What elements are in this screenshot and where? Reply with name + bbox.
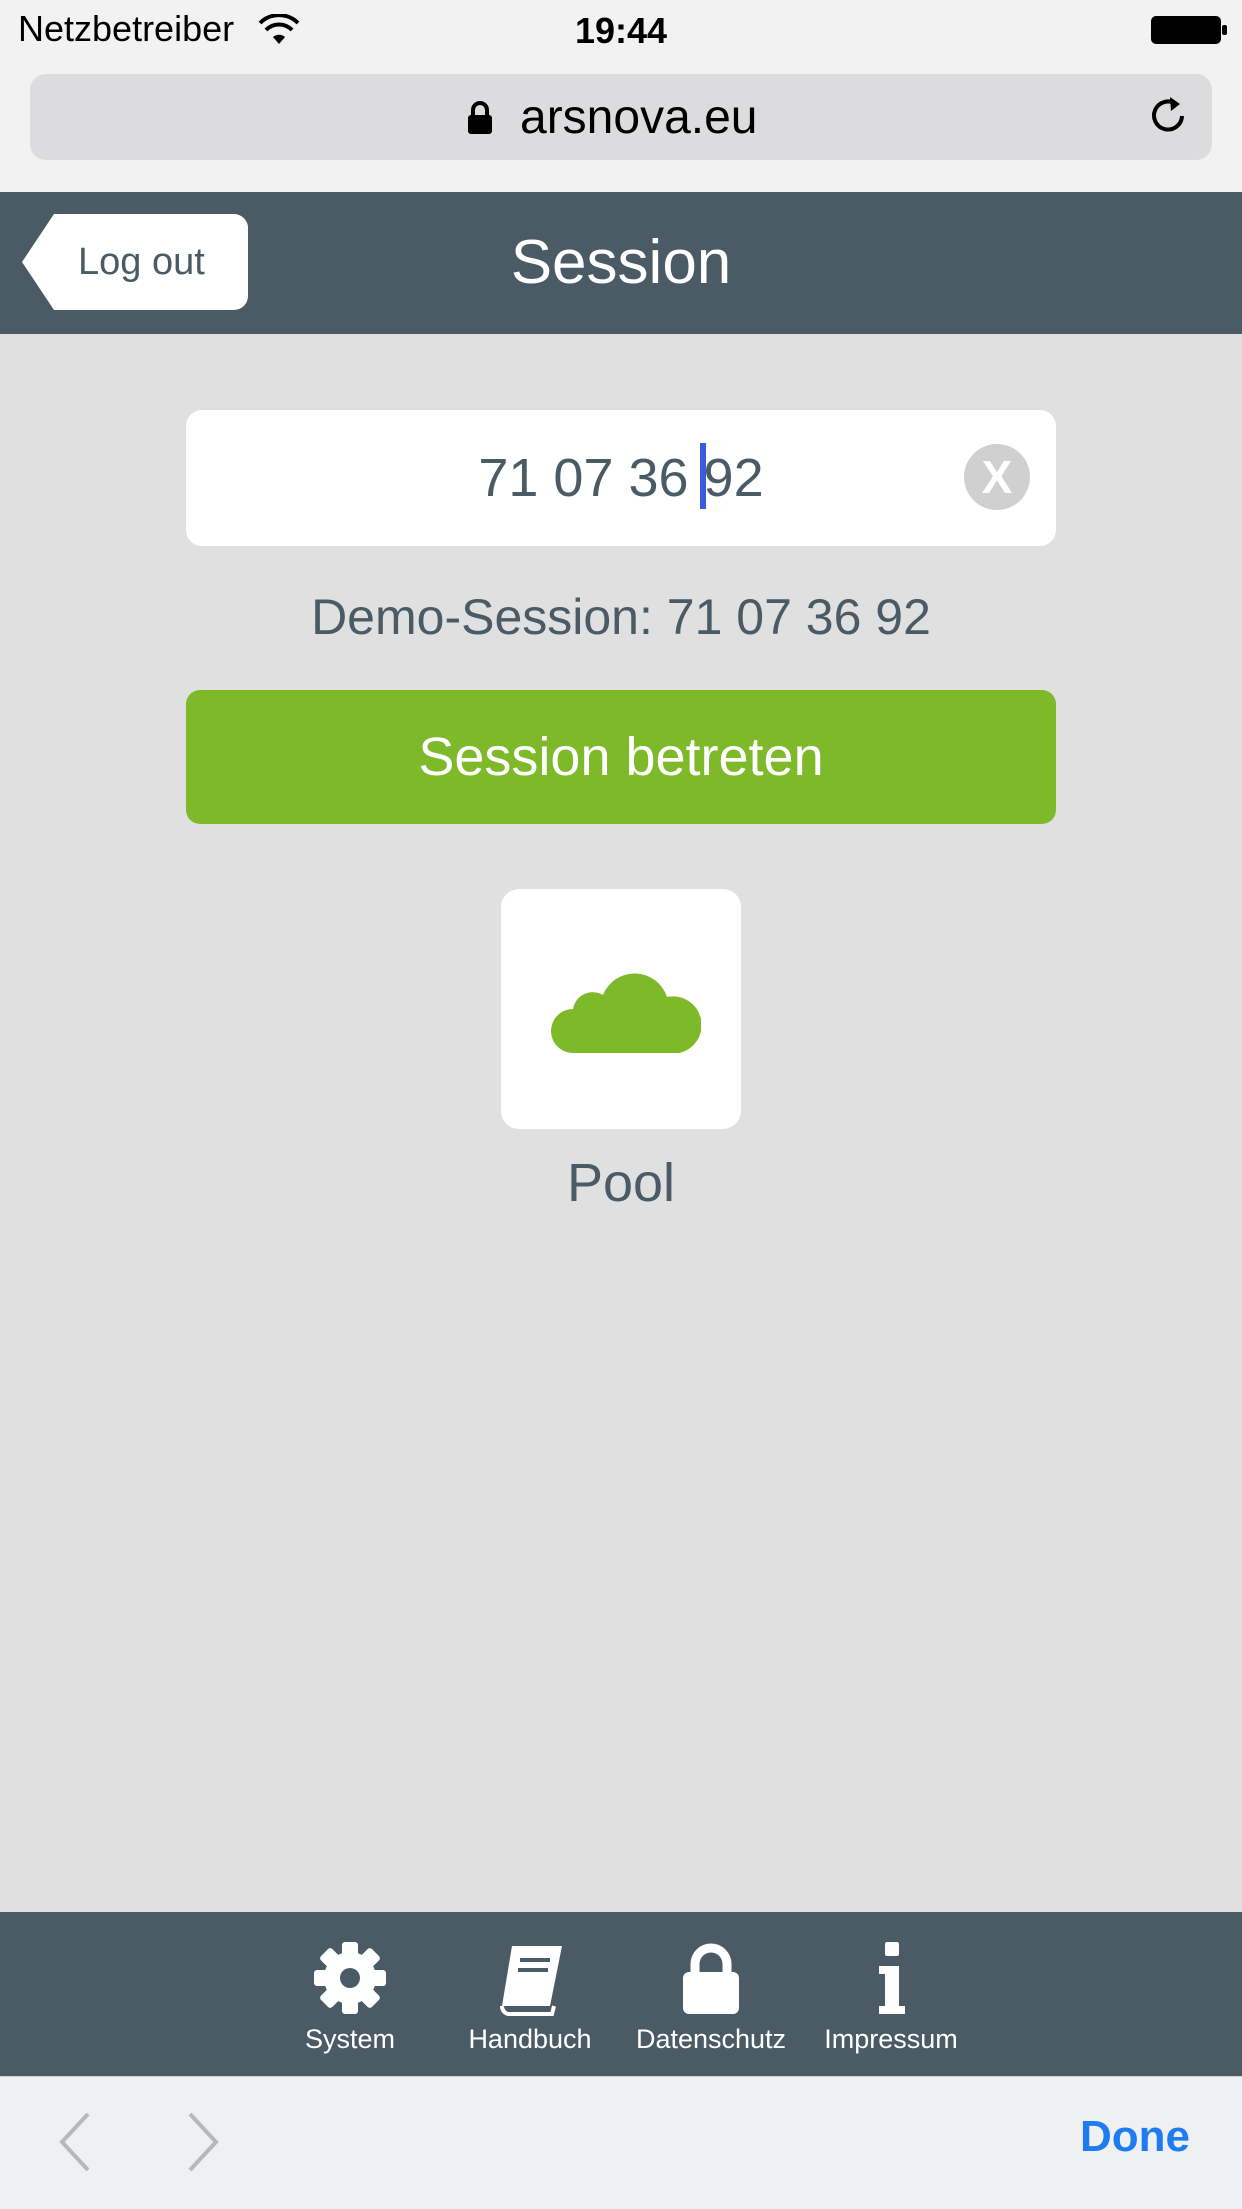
lock-icon (683, 1943, 739, 2014)
session-key-input[interactable] (186, 410, 1056, 546)
next-field-chevron-icon[interactable] (186, 2110, 222, 2174)
cloud-icon (551, 973, 701, 1053)
nav-item-datenschutz[interactable]: Datenschutz (621, 1940, 801, 2060)
pool-label: Pool (566, 1153, 676, 1213)
nav-item-handbuch[interactable]: Handbuch (440, 1940, 620, 2060)
reload-icon[interactable] (1146, 94, 1190, 138)
nav-item-impressum[interactable]: Impressum (801, 1940, 981, 2060)
book-icon (500, 1946, 562, 2016)
nav-label-datenschutz: Datenschutz (635, 2024, 787, 2054)
text-caret (700, 443, 706, 509)
nav-label-impressum: Impressum (824, 2024, 958, 2054)
pool-tile[interactable] (501, 889, 741, 1129)
nav-item-system[interactable]: System (260, 1940, 440, 2060)
done-button[interactable]: Done (1080, 2112, 1190, 2162)
join-session-button[interactable]: Session betreten (186, 690, 1056, 824)
url-text[interactable]: arsnova.eu (520, 92, 758, 144)
demo-session-hint: Demo-Session: 71 07 36 92 (311, 589, 931, 645)
gear-icon (314, 1942, 386, 2014)
info-icon (879, 1942, 905, 2014)
status-time: 19:44 (574, 10, 668, 51)
clear-input-button[interactable]: X (964, 444, 1030, 510)
logout-button[interactable]: Log out (22, 214, 248, 310)
secure-lock-icon (468, 101, 492, 134)
battery-icon (1151, 16, 1227, 44)
nav-label-system: System (304, 2024, 396, 2054)
nav-label-handbuch: Handbuch (468, 2024, 592, 2054)
session-key-field (186, 410, 1056, 546)
previous-field-chevron-icon[interactable] (56, 2110, 92, 2174)
logout-button-label: Log out (78, 241, 205, 283)
